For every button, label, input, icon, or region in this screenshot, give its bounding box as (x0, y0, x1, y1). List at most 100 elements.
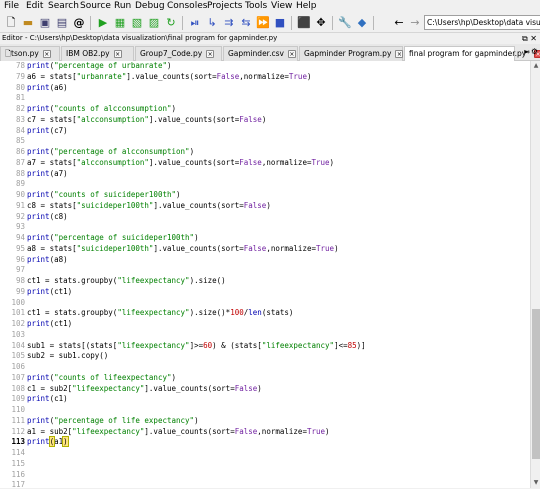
code-text[interactable]: a1 = sub2["lifeexpectancy"].value_counts… (27, 427, 330, 436)
menu-edit[interactable]: Edit (26, 1, 43, 11)
at-icon[interactable]: @ (72, 16, 86, 30)
code-text[interactable]: print(c8) (27, 212, 68, 221)
browse-tabs-icon[interactable]: ▸ (524, 47, 528, 56)
tab-file[interactable]: Gapminder Program.py × (299, 46, 404, 61)
rerun-icon[interactable]: ↻ (164, 16, 178, 30)
menu-view[interactable]: View (271, 1, 292, 11)
line-number: 98 (15, 276, 25, 285)
line-number: 106 (11, 362, 25, 371)
options-gear-icon[interactable]: ⚙ (531, 47, 538, 56)
save-icon[interactable]: ▣ (38, 16, 52, 30)
code-text[interactable]: a6 = stats["urbanrate"].value_counts(sor… (27, 72, 311, 81)
line-number: 87 (15, 157, 25, 167)
menu-debug[interactable]: Debug (135, 1, 165, 11)
code-text[interactable]: ct1 = stats.groupby("lifeexpectancy").si… (27, 276, 226, 285)
run-icon[interactable]: ▶ (96, 16, 110, 30)
code-text[interactable]: print("percentage of urbanrate") (27, 61, 172, 70)
scroll-up-icon[interactable]: ▲ (532, 62, 540, 70)
menu-projects[interactable]: Projects (207, 1, 242, 11)
scroll-down-icon[interactable]: ▼ (532, 479, 540, 487)
run-cell-icon[interactable]: ▦ (113, 16, 127, 30)
code-text[interactable]: print(c7) (27, 126, 68, 135)
line-number: 110 (11, 405, 25, 414)
maximize-pane-icon[interactable]: ⬛ (297, 16, 311, 30)
scrollbar-thumb[interactable] (532, 309, 540, 459)
code-text[interactable]: print("percentage of alcconsumption") (27, 147, 194, 156)
code-text[interactable]: print("counts of lifeexpectancy") (27, 373, 176, 382)
code-text[interactable]: a7 = stats["alcconsumption"].value_count… (27, 158, 334, 167)
line-number: 109 (11, 394, 25, 404)
close-tab-icon[interactable]: × (287, 50, 296, 58)
run-selection-icon[interactable]: ▨ (147, 16, 161, 30)
close-tab-icon[interactable]: × (113, 50, 122, 58)
code-text[interactable]: print(a8) (27, 255, 68, 264)
code-text[interactable]: sub1 = stats[(stats["lifeexpectancy"]>=6… (27, 341, 366, 350)
code-text[interactable]: ct1 = stats.groupby("lifeexpectancy").si… (27, 308, 293, 317)
code-text[interactable]: c1 = sub2["lifeexpectancy"].value_counts… (27, 384, 262, 393)
step-into-icon[interactable]: ⇉ (222, 16, 236, 30)
line-number: 96 (15, 254, 25, 264)
step-return-icon[interactable]: ⇆ (239, 16, 253, 30)
code-text[interactable]: print("counts of suicideper100th") (27, 190, 181, 199)
step-icon[interactable]: ↳ (205, 16, 219, 30)
code-text[interactable]: print(a6) (27, 83, 68, 92)
menu-source[interactable]: Source (80, 1, 111, 11)
preferences-icon[interactable]: 🔧 (338, 16, 352, 30)
menu-consoles[interactable]: Consoles (167, 1, 207, 11)
line-number: 102 (11, 319, 25, 328)
open-folder-icon[interactable]: ▬ (21, 16, 35, 30)
close-tab-icon[interactable]: × (206, 50, 215, 58)
debug-icon[interactable]: ⏯ (188, 16, 202, 30)
run-cell-advance-icon[interactable]: ▧ (130, 16, 144, 30)
code-text[interactable]: c8 = stats["suicideper100th"].value_coun… (27, 201, 271, 210)
menu-run[interactable]: Run (114, 1, 131, 11)
menu-tools[interactable]: Tools (245, 1, 267, 11)
back-arrow-icon[interactable]: ← (392, 16, 406, 30)
close-pane-icon[interactable]: ✕ (530, 34, 537, 43)
code-text[interactable]: sub2 = sub1.copy() (27, 351, 108, 360)
menu-file[interactable]: File (4, 1, 19, 11)
toolbar-divider (373, 16, 374, 30)
line-number: 114 (11, 448, 25, 457)
undock-icon[interactable]: ⧉ (522, 34, 528, 43)
tab-file-active[interactable]: final program for gapminder.py* × (404, 46, 540, 62)
code-text[interactable]: print("percentage of suicideper100th") (27, 233, 199, 242)
line-number: 80 (15, 82, 25, 92)
close-tab-icon[interactable]: × (42, 50, 51, 58)
continue-icon[interactable]: ⏩ (256, 16, 270, 30)
new-file-icon[interactable]: 🗋 (4, 16, 18, 30)
pane-controls: ⧉ ✕ (522, 33, 537, 44)
code-text[interactable]: a8 = stats["suicideper100th"].value_coun… (27, 244, 339, 253)
line-number: 112 (11, 426, 25, 436)
code-text[interactable]: print(a7) (27, 169, 68, 178)
vertical-scrollbar[interactable]: ▲ ▼ (530, 61, 540, 488)
forward-arrow-icon[interactable]: → (408, 16, 422, 30)
tab-file[interactable]: IBM OB2.py × (61, 46, 134, 61)
code-text[interactable]: print(ct1) (27, 287, 72, 296)
code-text[interactable]: print(ct1) (27, 319, 72, 328)
stop-debug-icon[interactable]: ■ (273, 16, 287, 30)
save-all-icon[interactable]: ▤ (55, 16, 69, 30)
code-text[interactable]: print("counts of alcconsumption") (27, 104, 176, 113)
tab-file[interactable]: Gapminder.csv × (223, 46, 298, 61)
fullscreen-icon[interactable]: ✥ (314, 16, 328, 30)
tab-file[interactable]: Group7_Code.py × (135, 46, 222, 61)
line-number: 108 (11, 383, 25, 393)
code-area[interactable]: 78 print("percentage of urbanrate") 79 a6 =… (0, 61, 530, 489)
code-editor[interactable]: 78 print("percentage of urbanrate") 79 a6 =… (0, 61, 530, 489)
menu-help[interactable]: Help (296, 1, 317, 11)
tab-tools: ▸ ⚙ (524, 47, 538, 56)
code-text[interactable]: print(a1) (27, 436, 69, 448)
close-tab-icon[interactable]: × (395, 50, 404, 58)
line-number: 103 (11, 329, 25, 339)
toolbar-divider (90, 16, 91, 30)
menu-search[interactable]: Search (48, 1, 79, 11)
code-text[interactable]: c7 = stats["alcconsumption"].value_count… (27, 115, 266, 124)
code-text[interactable]: print(c1) (27, 394, 68, 403)
line-number: 93 (15, 222, 25, 232)
tab-file[interactable]: 🗋tson.py × (0, 46, 60, 61)
python-path-icon[interactable]: ◆ (355, 16, 369, 30)
working-directory-input[interactable]: C:\Users\hp\Desktop\data visualizatio (424, 15, 540, 30)
code-text[interactable]: print("percentage of life expectancy") (27, 416, 199, 425)
line-number: 100 (11, 297, 25, 307)
